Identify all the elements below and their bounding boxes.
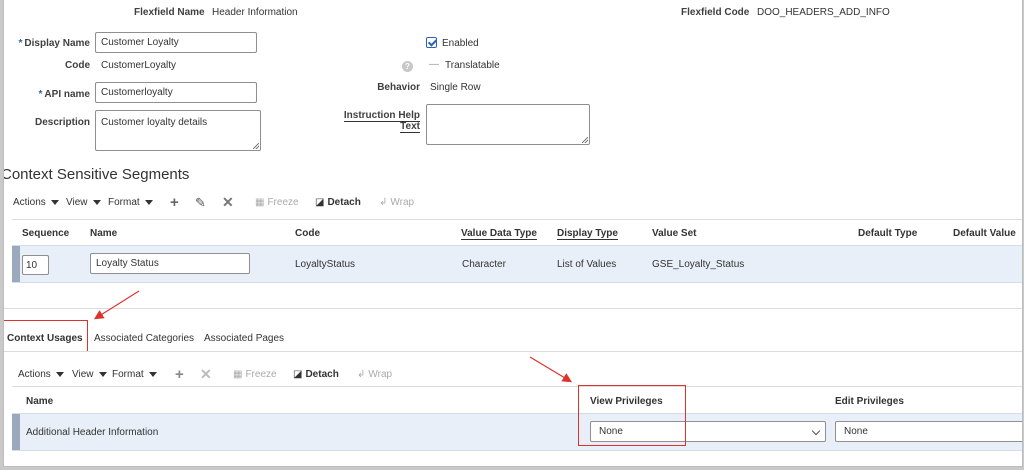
page-frame: Flexfield Name Header Information Flexfi… [3,0,1023,467]
arrow-to-tab [93,290,140,320]
annotation-arrows [93,290,573,383]
arrow-to-view-privileges [529,356,573,383]
